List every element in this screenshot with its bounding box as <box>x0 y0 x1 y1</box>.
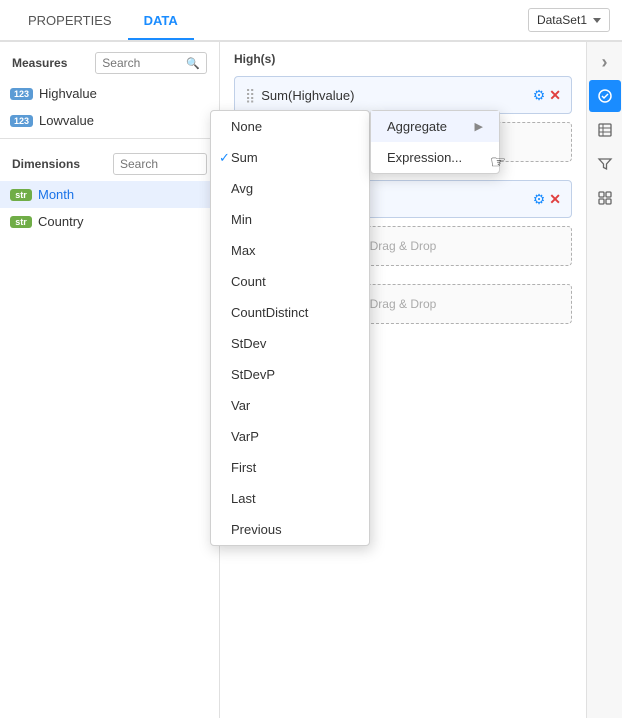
menu-item-max[interactable]: Max <box>211 235 369 266</box>
menu-item-avg-label: Avg <box>231 181 253 196</box>
menu-item-countdistinct[interactable]: CountDistinct <box>211 297 369 328</box>
dimensions-header: Dimensions <box>0 143 219 181</box>
chip-highvalue: ⣿ Sum(Highvalue) ⚙ ✕ <box>234 76 572 114</box>
sidebar-data-icon[interactable] <box>589 80 621 112</box>
menu-item-last[interactable]: Last <box>211 483 369 514</box>
dimensions-label: Dimensions <box>12 157 80 171</box>
dimensions-search-box[interactable] <box>113 153 207 175</box>
field-lowvalue[interactable]: 123 Lowvalue <box>0 107 219 134</box>
menu-item-sum[interactable]: Sum <box>211 142 369 173</box>
aggregate-dropdown-menu: None Sum Avg Min Max Count CountDistinct… <box>210 110 370 546</box>
field-name-highvalue: Highvalue <box>39 86 97 101</box>
menu-item-countdistinct-label: CountDistinct <box>231 305 308 320</box>
menu-item-stdevp[interactable]: StDevP <box>211 359 369 390</box>
measures-header: Measures 🔍 <box>0 42 219 80</box>
menu-item-count-label: Count <box>231 274 266 289</box>
dataset-selector: DataSet1 <box>528 8 610 32</box>
menu-item-min[interactable]: Min <box>211 204 369 235</box>
menu-item-var[interactable]: Var <box>211 390 369 421</box>
field-badge-month: str <box>10 189 32 201</box>
measures-search-input[interactable] <box>102 56 182 70</box>
field-highvalue[interactable]: 123 Highvalue <box>0 80 219 107</box>
field-badge-country: str <box>10 216 32 228</box>
menu-item-var-label: Var <box>231 398 250 413</box>
menu-item-first-label: First <box>231 460 256 475</box>
menu-item-sum-label: Sum <box>231 150 258 165</box>
left-panel: Measures 🔍 123 Highvalue 123 Lowvalue Di… <box>0 42 220 718</box>
highs-section-label: High(s) <box>220 42 586 72</box>
menu-item-stdev-label: StDev <box>231 336 266 351</box>
menu-item-stdevp-label: StDevP <box>231 367 275 382</box>
menu-item-first[interactable]: First <box>211 452 369 483</box>
menu-item-previous-label: Previous <box>231 522 282 537</box>
menu-item-max-label: Max <box>231 243 256 258</box>
menu-item-none-label: None <box>231 119 262 134</box>
field-badge-lowvalue: 123 <box>10 115 33 127</box>
chip-lowvalue-actions: ⚙ ✕ <box>533 191 561 208</box>
field-country[interactable]: str Country <box>0 208 219 235</box>
menu-item-previous[interactable]: Previous <box>211 514 369 545</box>
dimensions-search-input[interactable] <box>120 157 200 171</box>
field-name-country: Country <box>38 214 84 229</box>
sidebar-style-icon[interactable] <box>589 182 621 214</box>
measures-label: Measures <box>12 56 67 70</box>
menu-item-none[interactable]: None <box>211 111 369 142</box>
menu-item-avg[interactable]: Avg <box>211 173 369 204</box>
chevron-down-icon <box>593 18 601 23</box>
tab-properties[interactable]: PROPERTIES <box>12 3 128 40</box>
sidebar-filter-icon[interactable] <box>589 148 621 180</box>
field-month[interactable]: str Month <box>0 181 219 208</box>
sidebar-back-icon[interactable]: › <box>589 46 621 78</box>
gear-button-lowvalue[interactable]: ⚙ <box>533 191 546 208</box>
menu-item-varp-label: VarP <box>231 429 259 444</box>
gear-button-highvalue[interactable]: ⚙ <box>533 87 546 104</box>
drag-handle-highvalue[interactable]: ⣿ <box>245 87 255 104</box>
top-tabs: PROPERTIES DATA DataSet1 <box>0 0 622 42</box>
measures-search-box[interactable]: 🔍 <box>95 52 207 74</box>
right-sidebar: › <box>586 42 622 718</box>
search-icon: 🔍 <box>186 57 200 70</box>
menu-item-stdev[interactable]: StDev <box>211 328 369 359</box>
dataset-dropdown[interactable]: DataSet1 <box>528 8 610 32</box>
field-name-month: Month <box>38 187 74 202</box>
menu-item-min-label: Min <box>231 212 252 227</box>
field-badge-highvalue: 123 <box>10 88 33 100</box>
close-button-highvalue[interactable]: ✕ <box>549 87 561 104</box>
sidebar-table-icon[interactable] <box>589 114 621 146</box>
menu-item-last-label: Last <box>231 491 256 506</box>
chip-highvalue-left: ⣿ Sum(Highvalue) <box>245 87 354 104</box>
field-name-lowvalue: Lowvalue <box>39 113 94 128</box>
menu-item-count[interactable]: Count <box>211 266 369 297</box>
close-button-lowvalue[interactable]: ✕ <box>549 191 561 208</box>
chip-highvalue-actions: ⚙ ✕ <box>533 87 561 104</box>
tab-data[interactable]: DATA <box>128 3 194 40</box>
section-divider <box>0 138 219 139</box>
dataset-label: DataSet1 <box>537 13 587 27</box>
menu-item-varp[interactable]: VarP <box>211 421 369 452</box>
chip-highvalue-label: Sum(Highvalue) <box>261 88 354 103</box>
